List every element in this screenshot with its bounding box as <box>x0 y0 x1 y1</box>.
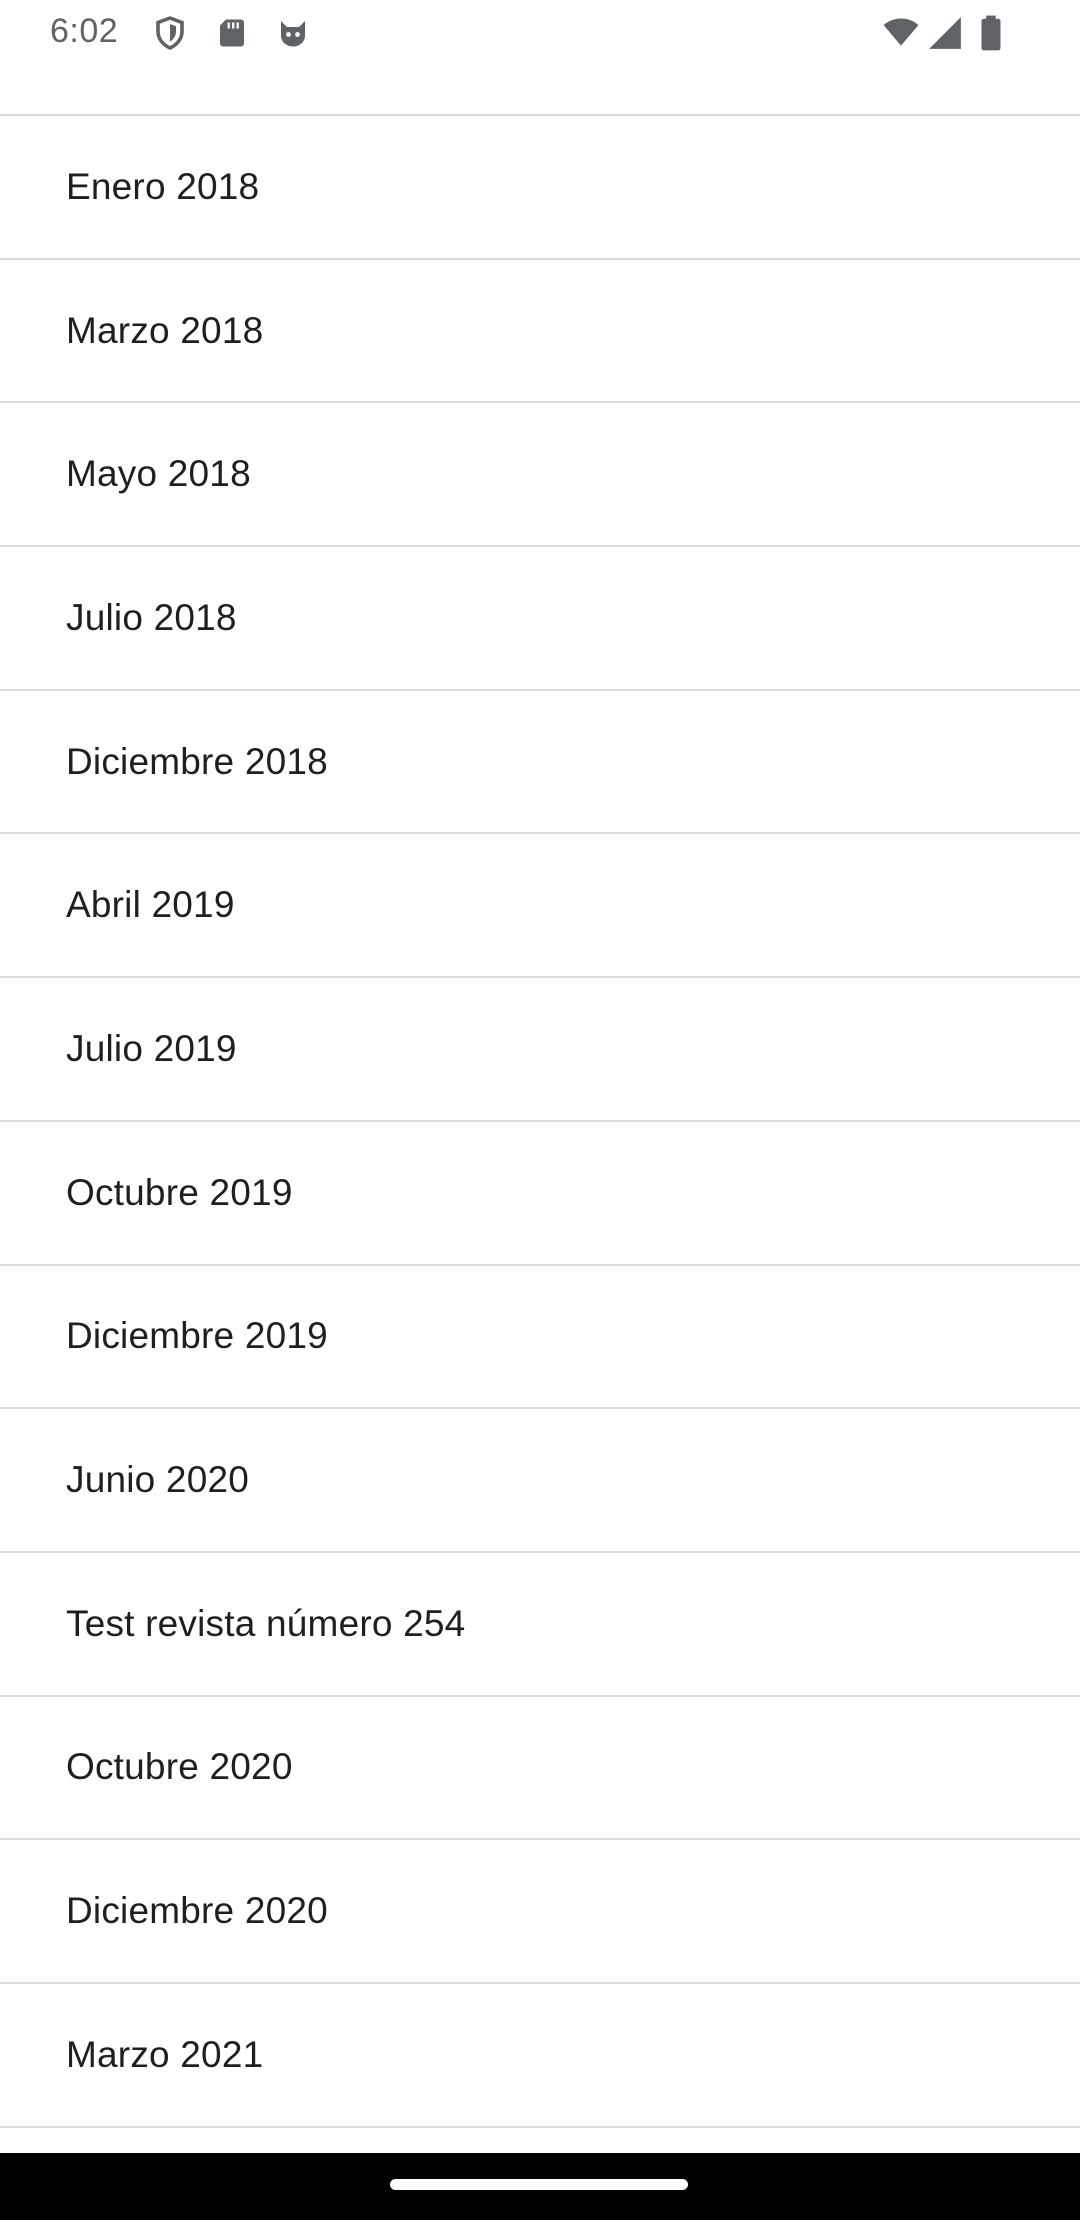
list-item-label: Junio 2020 <box>66 1459 250 1501</box>
list-item-julio-2019[interactable]: Julio 2019 <box>0 978 1080 1122</box>
list-item-mayo-2018[interactable]: Mayo 2018 <box>0 403 1080 548</box>
list-item-abril-2019[interactable]: Abril 2019 <box>0 834 1080 979</box>
list-item-label: Marzo 2021 <box>66 2033 264 2075</box>
list-item-label: Diciembre 2020 <box>66 1890 328 1932</box>
list-item-label: Enero 2018 <box>66 165 260 207</box>
status-bar: 6:02 <box>0 0 1080 66</box>
list-item-junio-2020[interactable]: Junio 2020 <box>0 1409 1080 1553</box>
list-item-label: Marzo 2018 <box>66 309 264 351</box>
cell-signal-icon <box>926 14 964 52</box>
list-item-diciembre-2020[interactable]: Diciembre 2020 <box>0 1840 1080 1984</box>
home-gesture-handle[interactable] <box>390 2179 688 2190</box>
list-item-enero-2018[interactable]: Enero 2018 <box>0 116 1080 260</box>
list-item-label: Diciembre 2019 <box>66 1315 328 1357</box>
list-item-label: Octubre 2019 <box>66 1171 293 1213</box>
navigation-bar <box>0 2153 1080 2220</box>
issue-list: Enero 2018 Marzo 2018 Mayo 2018 Julio 20… <box>0 114 1080 2128</box>
sd-card-icon <box>214 14 250 52</box>
list-item-label: Test revista número 254 <box>66 1602 466 1644</box>
status-time: 6:02 <box>50 12 119 50</box>
list-item-label: Julio 2018 <box>66 596 237 638</box>
list-item-octubre-2020[interactable]: Octubre 2020 <box>0 1697 1080 1841</box>
list-item-marzo-2021[interactable]: Marzo 2021 <box>0 1984 1080 2128</box>
cat-icon <box>275 14 311 52</box>
list-item-octubre-2019[interactable]: Octubre 2019 <box>0 1122 1080 1266</box>
battery-icon <box>978 14 1004 52</box>
wifi-icon <box>880 14 922 52</box>
list-item-label: Abril 2019 <box>66 884 235 926</box>
shield-icon <box>152 14 188 52</box>
list-item-marzo-2018[interactable]: Marzo 2018 <box>0 260 1080 404</box>
list-item-label: Mayo 2018 <box>66 453 251 495</box>
list-item-label: Julio 2019 <box>66 1027 237 1069</box>
list-item-test-revista-254[interactable]: Test revista número 254 <box>0 1553 1080 1697</box>
list-item-julio-2018[interactable]: Julio 2018 <box>0 547 1080 691</box>
list-item-diciembre-2019[interactable]: Diciembre 2019 <box>0 1266 1080 1410</box>
list-item-diciembre-2018[interactable]: Diciembre 2018 <box>0 691 1080 835</box>
list-item-label: Diciembre 2018 <box>66 740 328 782</box>
screen: 6:02 Enero 2018 Marzo 2018 Mayo 2018 Jul… <box>0 0 1080 2220</box>
list-item-label: Octubre 2020 <box>66 1746 293 1788</box>
